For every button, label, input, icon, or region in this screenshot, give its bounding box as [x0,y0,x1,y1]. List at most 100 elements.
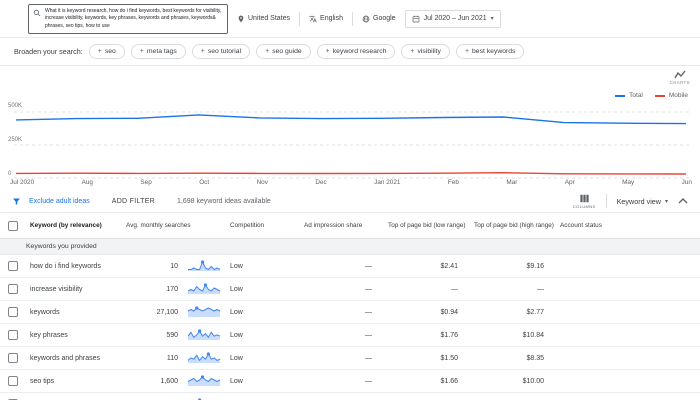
keywords-search-box[interactable]: What it is keyword research, how do i fi… [28,3,228,34]
date-range-label: Jul 2020 – Jun 2021 [423,15,487,22]
ad-impression-share-cell: — [365,285,372,293]
table-row[interactable]: increase visibility 170 Low — — — [0,278,700,301]
language-setting[interactable]: English [309,15,343,23]
x-tick-label: Aug [81,179,93,186]
broaden-chip-best-keywords[interactable]: + best keywords [455,44,525,59]
broaden-chip-visibility[interactable]: + visibility [401,44,450,59]
collapse-panel-chevron[interactable] [678,198,688,204]
keyword-view-dropdown[interactable]: Keyword view ▾ [617,197,668,206]
keyword-cell: key phrases [30,331,68,339]
x-tick-label: Nov [256,179,268,186]
column-header-top-bid-high[interactable]: Top of page bid (high range) [468,222,554,230]
add-filter-button[interactable]: ADD FILTER [112,198,155,205]
x-tick-label: Jul 2020 [10,179,35,186]
top-bid-low-cell: $1.50 [440,354,458,362]
divider [352,11,353,26]
search-network-icon [362,15,370,22]
exclude-adult-ideas-link[interactable]: Exclude adult ideas [29,198,90,205]
trend-cell [186,281,226,297]
column-header-ad-impression-share[interactable]: Ad impression share [298,222,382,230]
add-icon: + [410,48,415,55]
location-setting[interactable]: United States [237,15,290,23]
avg-monthly-searches-cell: 27,100 [156,308,178,316]
broaden-chip-seo-tutorial[interactable]: + seo tutorial [191,44,251,59]
sparkline-chart [187,283,221,294]
ideas-count-label: 1,698 keyword ideas available [177,197,271,205]
network-setting[interactable]: Google [362,15,396,23]
top-bid-high-cell: $8.35 [526,354,544,362]
competition-cell: Low [230,331,243,339]
x-axis-labels: Jul 2020 Aug Sep Oct Nov Dec Jan 2021 Feb Mar Apr… [0,179,700,186]
search-icon [33,9,41,16]
topbar: What it is keyword research, how do i fi… [0,0,700,38]
column-header-top-bid-low[interactable]: Top of page bid (low range) [382,222,468,230]
section-row-keywords-you-provided: Keywords you provided [0,239,700,255]
add-icon: + [464,48,470,55]
table-row[interactable]: keywords 27,100 Low — $0.94 $2.77 [0,301,700,324]
table-row[interactable]: seo tips 1,600 Low — $1.66 $10.00 [0,370,700,393]
language-label: English [320,15,343,22]
broaden-label: Broaden your search: [14,47,83,56]
competition-cell: Low [230,262,243,270]
keyword-cell: increase visibility [30,285,83,293]
row-checkbox[interactable] [8,353,18,363]
broaden-chip-seo-guide[interactable]: + seo guide [256,44,311,59]
broaden-chip-seo[interactable]: + seo [88,44,125,59]
broaden-chip-keyword-research[interactable]: + keyword research [316,44,396,59]
table-row[interactable]: keywords and phrases 110 Low — $1.50 $8.35 [0,347,700,370]
filter-icon [13,198,20,205]
row-checkbox[interactable] [8,376,18,386]
series-line-mobile [15,171,687,175]
column-header-keyword[interactable]: Keyword (by relevance) [26,222,122,230]
location-label: United States [248,15,291,22]
column-header-competition[interactable]: Competition [226,222,298,230]
trend-cell [186,373,226,389]
table-row[interactable]: how do i find keywords 10 Low — $2.41 $9.16 [0,255,700,278]
broaden-chip-meta-tags[interactable]: + meta tags [130,44,186,59]
row-checkbox[interactable] [8,284,18,294]
ad-impression-share-cell: — [365,354,372,362]
ad-impression-share-cell: — [365,262,372,270]
toolbar-right: COLUMNS Keyword view ▾ [573,194,688,209]
chip-label: seo [104,48,116,55]
add-icon: + [265,48,270,55]
x-tick-label: Jan 2021 [374,179,401,186]
keyword-planner-app: What it is keyword research, how do i fi… [0,0,700,400]
broaden-search-row: Broaden your search: + seo + meta tags + seo … [0,38,700,66]
section-label: Keywords you provided [26,243,97,250]
top-bid-high-cell: $10.84 [522,331,544,339]
top-bid-high-cell: $9.16 [526,262,544,270]
keyword-cell: how do i find keywords [30,262,101,270]
date-range-picker[interactable]: Jul 2020 – Jun 2021 ▾ [404,9,501,28]
chip-label: seo guide [272,48,302,55]
row-checkbox[interactable] [8,261,18,271]
table-row[interactable]: key phrases 590 Low — $1.76 $10.84 [0,324,700,347]
chip-label: visibility [417,48,441,55]
table-header-row: Keyword (by relevance) Avg. monthly sear… [0,213,700,239]
sparkline-chart [187,375,221,386]
x-tick-label: Dec [315,179,327,186]
keyword-cell: keywords and phrases [30,354,101,362]
add-icon: + [139,48,144,55]
column-header-account-status[interactable]: Account status [554,222,700,230]
keyword-view-label: Keyword view [616,196,661,206]
top-bid-high-cell: $2.77 [526,308,544,316]
add-icon: + [97,48,102,55]
row-checkbox[interactable] [8,307,18,317]
columns-button[interactable]: COLUMNS [573,194,596,209]
sparkline-chart [187,329,221,340]
search-input[interactable]: What it is keyword research, how do i fi… [45,8,223,31]
y-tick-label: 500K [8,103,23,109]
network-label: Google [373,15,396,22]
trend-cell [186,304,226,320]
avg-monthly-searches-cell: 170 [166,285,178,293]
chip-label: best keywords [472,48,516,55]
top-bid-high-cell: $10.00 [522,377,544,385]
row-checkbox[interactable] [8,330,18,340]
select-all-checkbox[interactable] [8,220,18,231]
table-row-partial[interactable] [0,393,700,400]
x-tick-label: May [622,179,635,186]
chevron-down-icon: ▾ [664,198,668,205]
chip-label: seo tutorial [207,48,242,55]
column-header-avg-monthly-searches[interactable]: Avg. monthly searches [122,222,226,230]
